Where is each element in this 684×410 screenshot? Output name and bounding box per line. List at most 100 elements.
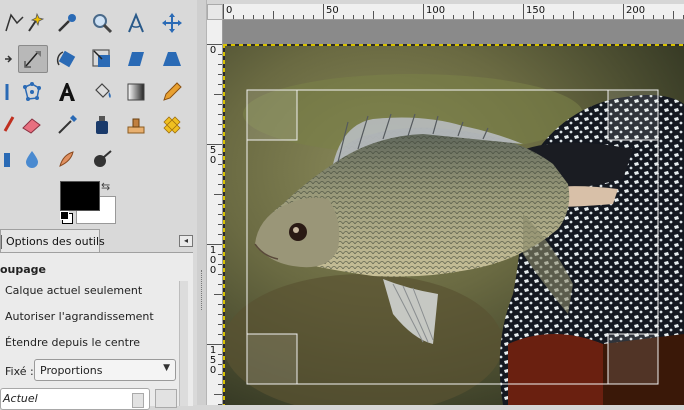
ruler-minor-tick bbox=[373, 11, 374, 19]
move-icon bbox=[162, 13, 182, 33]
layer-boundary-left bbox=[223, 44, 225, 405]
ruler-minor-tick bbox=[303, 15, 304, 19]
airbrush-tool[interactable] bbox=[52, 111, 82, 139]
ruler-minor-tick bbox=[218, 324, 222, 325]
swap-colors-icon[interactable]: ⇆ bbox=[101, 180, 110, 193]
ruler-label: 1 5 0 bbox=[209, 345, 217, 376]
cage-tool[interactable] bbox=[17, 78, 47, 106]
tool-options-panel: oupage Calque actuel seulement Autoriser… bbox=[0, 252, 193, 410]
fixed-select[interactable]: Proportions ▼ bbox=[34, 359, 176, 381]
ruler-minor-tick bbox=[313, 15, 314, 19]
ruler-minor-tick bbox=[263, 15, 264, 19]
ruler-corner[interactable] bbox=[207, 4, 223, 20]
ruler-minor-tick bbox=[218, 104, 222, 105]
allow-growing-option[interactable]: Autoriser l'agrandissement bbox=[5, 310, 154, 323]
align-tool[interactable] bbox=[0, 45, 18, 73]
bucket-fill-icon bbox=[95, 83, 111, 98]
ruler-minor-tick bbox=[218, 54, 222, 55]
cage-icon bbox=[23, 82, 41, 101]
tab-tool-options[interactable]: Options des outils bbox=[0, 229, 105, 253]
ruler-minor-tick bbox=[443, 15, 444, 19]
ruler-label: 1 0 0 bbox=[209, 245, 217, 276]
scale-tool[interactable] bbox=[87, 45, 117, 73]
ruler-tick bbox=[223, 4, 224, 19]
chevron-down-icon: ▼ bbox=[163, 363, 170, 373]
dock-separator[interactable] bbox=[197, 0, 207, 405]
ruler-minor-tick bbox=[663, 15, 664, 19]
ruler-minor-tick bbox=[243, 15, 244, 19]
ruler-minor-tick bbox=[218, 304, 222, 305]
ink-icon bbox=[96, 116, 108, 134]
tool-options-scrollbar[interactable] bbox=[179, 281, 188, 406]
paintbrush-tool[interactable] bbox=[0, 111, 18, 139]
ruler-minor-tick bbox=[218, 114, 222, 115]
smudge-icon bbox=[59, 151, 74, 167]
portrait-button[interactable] bbox=[132, 393, 144, 408]
ink-tool[interactable] bbox=[87, 111, 117, 139]
horizontal-ruler[interactable]: 0 50 100 150 200 bbox=[223, 4, 684, 20]
ruler-tick bbox=[523, 4, 524, 19]
perspective-clone-tool[interactable] bbox=[0, 145, 18, 173]
measure-tool[interactable] bbox=[121, 9, 151, 37]
bucket-fill-tool[interactable] bbox=[87, 78, 117, 106]
ruler-minor-tick bbox=[413, 15, 414, 19]
clone-tool[interactable] bbox=[121, 111, 151, 139]
dodge-burn-tool[interactable] bbox=[87, 145, 117, 173]
default-colors-icon[interactable] bbox=[60, 211, 69, 220]
shear-tool[interactable] bbox=[121, 45, 151, 73]
separator-grip bbox=[201, 270, 203, 310]
move-tool[interactable] bbox=[157, 9, 187, 37]
smudge-tool[interactable] bbox=[52, 145, 82, 173]
ruler-minor-tick bbox=[218, 284, 222, 285]
expand-from-center-option[interactable]: Étendre depuis le centre bbox=[5, 336, 140, 349]
configure-tab-icon[interactable]: ◂ bbox=[179, 235, 193, 247]
heal-tool[interactable] bbox=[157, 111, 187, 139]
current-layer-only-option[interactable]: Calque actuel seulement bbox=[5, 284, 142, 297]
ruler-label: 0 bbox=[226, 5, 233, 16]
ruler-minor-tick bbox=[473, 11, 474, 19]
ruler-minor-tick bbox=[333, 15, 334, 19]
ruler-minor-tick bbox=[218, 254, 222, 255]
perspective-clone-icon bbox=[4, 153, 10, 167]
vertical-ruler[interactable]: 0 5 0 1 0 0 1 5 0 bbox=[207, 20, 223, 405]
blend-tool[interactable] bbox=[121, 78, 151, 106]
pencil-tool[interactable] bbox=[157, 78, 187, 106]
perspective-tool[interactable] bbox=[157, 45, 187, 73]
rotate-tool[interactable] bbox=[52, 45, 82, 73]
flip-tool[interactable] bbox=[0, 78, 18, 106]
ruler-minor-tick bbox=[543, 15, 544, 19]
ruler-minor-tick bbox=[253, 15, 254, 19]
ruler-minor-tick bbox=[218, 374, 222, 375]
ruler-minor-tick bbox=[218, 124, 222, 125]
ruler-minor-tick bbox=[533, 15, 534, 19]
fixed-select-value: Proportions bbox=[40, 363, 103, 377]
ruler-minor-tick bbox=[673, 11, 674, 19]
ruler-minor-tick bbox=[573, 11, 574, 19]
tab-tool-options-label: Options des outils bbox=[6, 235, 105, 248]
ruler-minor-tick bbox=[283, 15, 284, 19]
image-canvas[interactable] bbox=[223, 20, 684, 405]
ruler-minor-tick bbox=[218, 164, 222, 165]
fixed-label: Fixé : bbox=[5, 365, 34, 378]
magnify-tool[interactable] bbox=[87, 9, 117, 37]
ruler-minor-tick bbox=[218, 214, 222, 215]
ruler-minor-tick bbox=[218, 184, 222, 185]
text-tool[interactable] bbox=[52, 78, 82, 106]
foreground-color-swatch[interactable] bbox=[60, 181, 100, 211]
align-icon bbox=[5, 55, 13, 63]
ruler-minor-tick bbox=[273, 11, 274, 19]
blur-tool[interactable] bbox=[17, 145, 47, 173]
crop-tool[interactable] bbox=[18, 45, 48, 73]
fuzzy-select-tool[interactable] bbox=[20, 9, 50, 37]
ruler-minor-tick bbox=[343, 15, 344, 19]
shear-icon bbox=[128, 52, 144, 66]
ruler-minor-tick bbox=[463, 15, 464, 19]
paintbrush-icon bbox=[3, 116, 15, 132]
aspect-ratio-field[interactable]: Actuel bbox=[0, 388, 150, 410]
eraser-tool[interactable] bbox=[17, 111, 47, 139]
color-picker-tool[interactable] bbox=[52, 9, 82, 37]
eraser-icon bbox=[22, 118, 41, 134]
ruler-minor-tick bbox=[633, 15, 634, 19]
ruler-minor-tick bbox=[218, 264, 222, 265]
landscape-button[interactable] bbox=[155, 389, 177, 408]
